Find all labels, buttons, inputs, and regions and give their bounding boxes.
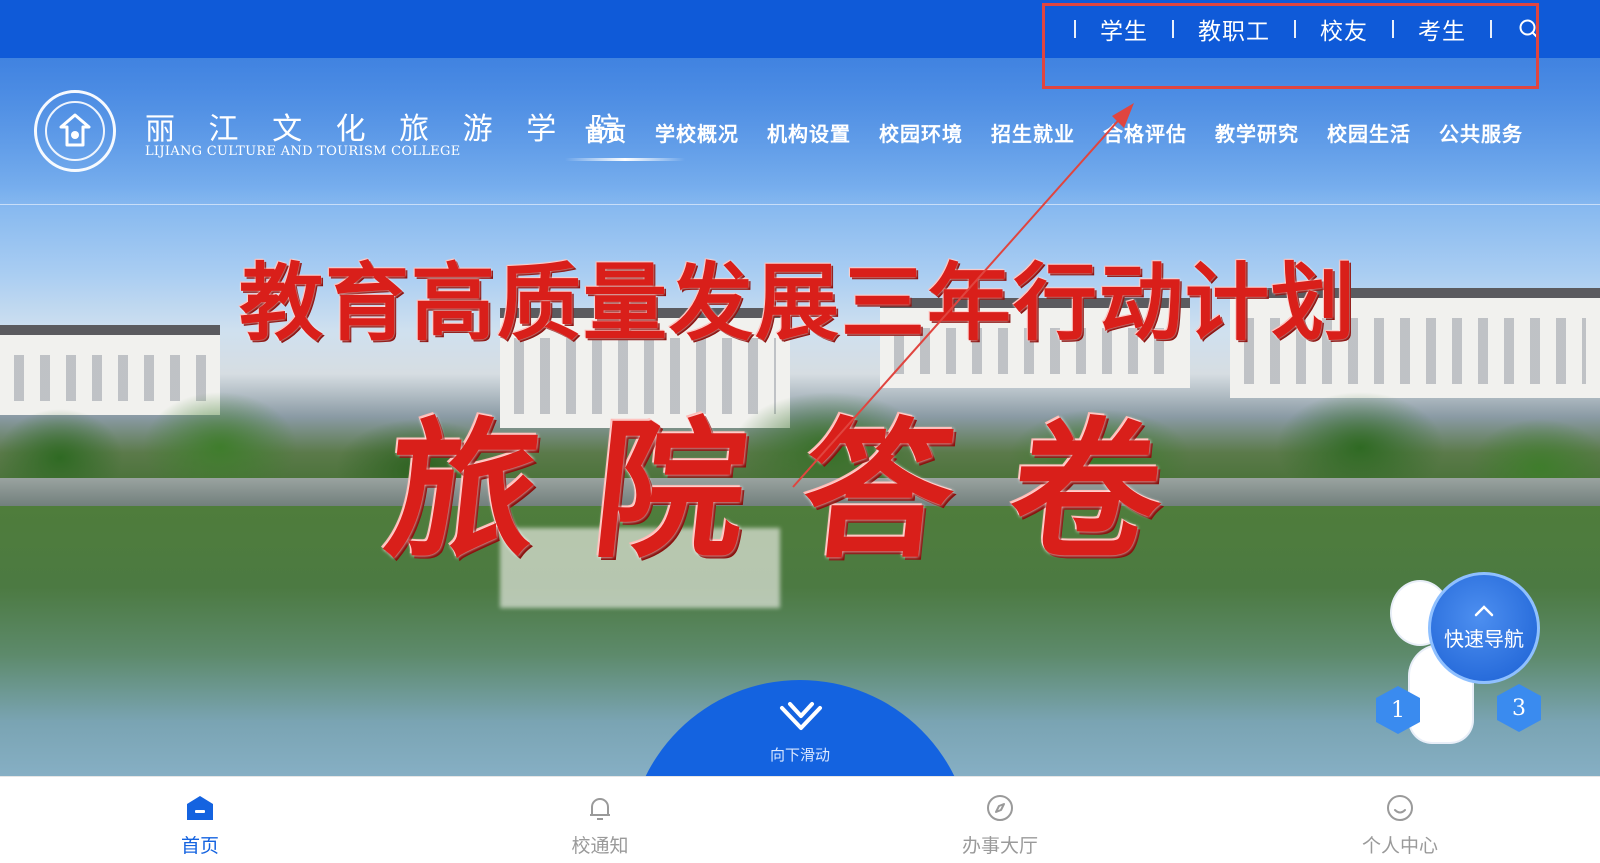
- bell-icon: [583, 791, 617, 825]
- main-nav: 首页 学校概况 机构设置 校园环境 招生就业 合格评估 教学研究 校园生活 公共…: [585, 118, 1523, 147]
- banner-title: 旅院答卷: [378, 403, 1229, 579]
- search-icon[interactable]: [1516, 16, 1542, 42]
- nav-item-campus-life[interactable]: 校园生活: [1327, 118, 1411, 147]
- school-name-en: LIJIANG CULTURE AND TOURISM COLLEGE: [145, 144, 461, 159]
- top-link-applicants[interactable]: 考生: [1418, 12, 1466, 46]
- nav-item-public-services[interactable]: 公共服务: [1439, 118, 1523, 147]
- nav-item-organization[interactable]: 机构设置: [767, 118, 851, 147]
- nav-item-admissions[interactable]: 招生就业: [991, 118, 1075, 147]
- banner-headline: 教育高质量发展三年行动计划: [238, 253, 1357, 352]
- top-audience-nav: 学生 教职工 校友 考生: [1050, 0, 1542, 58]
- top-link-alumni[interactable]: 校友: [1320, 12, 1368, 46]
- top-link-staff[interactable]: 教职工: [1198, 12, 1270, 46]
- nav-separator: [1294, 20, 1296, 38]
- nav-separator: [1392, 20, 1394, 38]
- quick-nav-label: 快速导航: [1444, 626, 1524, 651]
- tab-service-hall[interactable]: 办事大厅: [800, 777, 1200, 863]
- logo-emblem: [45, 101, 105, 161]
- top-bar: 学生 教职工 校友 考生: [0, 0, 1600, 58]
- school-name-cn: 丽 江 文 化 旅 游 学 院: [145, 112, 632, 147]
- tab-profile[interactable]: 个人中心: [1200, 777, 1600, 863]
- nav-item-teaching-research[interactable]: 教学研究: [1215, 118, 1299, 147]
- nav-separator: [1074, 20, 1076, 38]
- tab-home-label: 首页: [180, 835, 219, 857]
- bottom-tab-bar: 首页 校通知 办事大厅 个人中心: [0, 776, 1600, 863]
- nav-separator: [1490, 20, 1492, 38]
- tab-profile-label: 个人中心: [1361, 835, 1438, 857]
- smile-icon: [1383, 791, 1417, 825]
- nav-item-evaluation[interactable]: 合格评估: [1103, 118, 1187, 147]
- compass-icon: [983, 791, 1017, 825]
- chevron-up-icon: [1474, 604, 1494, 616]
- nav-item-campus-environment[interactable]: 校园环境: [879, 118, 963, 147]
- tab-service-hall-label: 办事大厅: [961, 835, 1038, 857]
- tab-notices-label: 校通知: [571, 835, 629, 857]
- chevron-heart-icon: [780, 702, 822, 730]
- nav-active-indicator: [565, 158, 685, 161]
- tab-notices[interactable]: 校通知: [400, 777, 800, 863]
- school-logo[interactable]: [34, 90, 116, 172]
- header-divider: [0, 204, 1600, 205]
- tab-home[interactable]: 首页: [0, 777, 400, 863]
- nav-separator: [1172, 20, 1174, 38]
- top-link-students[interactable]: 学生: [1100, 12, 1148, 46]
- scroll-down-label: 向下滑动: [769, 746, 830, 764]
- nav-item-overview[interactable]: 学校概况: [655, 118, 739, 147]
- quick-nav-button[interactable]: 快速导航: [1428, 572, 1540, 684]
- nav-item-home[interactable]: 首页: [585, 118, 627, 147]
- home-icon: [183, 791, 217, 825]
